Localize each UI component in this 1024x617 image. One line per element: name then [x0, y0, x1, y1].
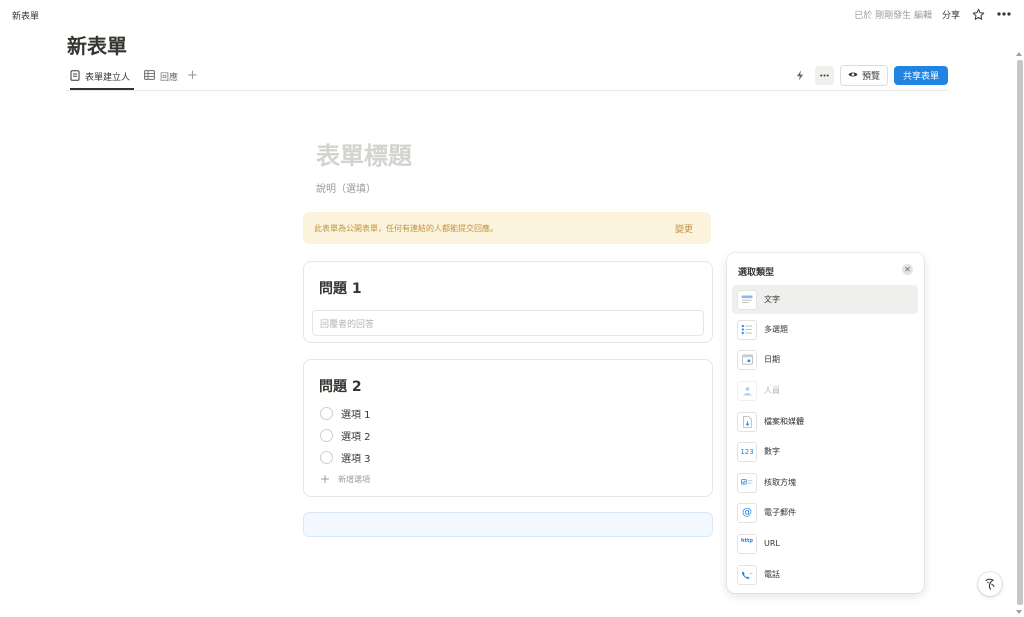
checkbox-icon	[737, 472, 757, 493]
eye-icon	[848, 71, 858, 81]
add-option-label: 新增選項	[338, 474, 371, 484]
tab-responses[interactable]: 回應	[144, 65, 178, 88]
option-item[interactable]: 選項 3	[320, 450, 371, 465]
type-label: 數字	[764, 447, 780, 456]
scroll-up-arrow-icon[interactable]	[1016, 52, 1022, 56]
page-title[interactable]: 新表單	[67, 30, 127, 59]
help-assistant-icon[interactable]	[978, 572, 1002, 596]
add-view-icon[interactable]: +	[187, 68, 198, 83]
plus-icon: +	[320, 472, 331, 486]
type-item-date[interactable]: 日期	[732, 345, 918, 374]
answer-placeholder: 回覆者的回答	[320, 320, 375, 330]
answer-field[interactable]: 回覆者的回答	[312, 310, 704, 336]
option-label: 選項 1	[341, 410, 371, 421]
scrollbar-thumb[interactable]	[1017, 60, 1023, 605]
top-bar: 新表單 已於 剛剛發生 編輯 分享	[0, 0, 1024, 30]
select-type-panel: 選取類型 ✕ 文字 多選題 日期 人員 檔案和媒體 123 數字 核取方塊 @ …	[727, 253, 924, 593]
share-button[interactable]: 分享	[942, 8, 960, 21]
text-type-icon	[737, 289, 757, 310]
favorite-star-icon[interactable]	[970, 6, 986, 22]
add-option-button[interactable]: + 新增選項	[320, 472, 370, 486]
view-more-icon[interactable]	[814, 66, 834, 85]
type-item-checkbox[interactable]: 核取方塊	[732, 468, 918, 497]
top-actions: 已於 剛剛發生 編輯 分享	[854, 6, 1012, 22]
option-item[interactable]: 選項 2	[320, 428, 371, 443]
date-icon	[737, 349, 757, 370]
option-label: 選項 3	[341, 454, 371, 465]
new-question-card[interactable]	[303, 512, 713, 537]
type-item-text[interactable]: 文字	[732, 285, 918, 314]
form-description-input[interactable]: 說明（選填）	[316, 180, 376, 195]
type-label: 檔案和媒體	[764, 417, 804, 426]
question-title[interactable]: 問題 2	[319, 376, 362, 396]
question-card[interactable]: 問題 2 選項 1 選項 2 選項 3 + 新增選項	[303, 359, 713, 497]
share-form-button[interactable]: 共享表單	[893, 66, 948, 85]
phone-icon	[737, 564, 757, 585]
change-access-button[interactable]: 變更	[675, 222, 693, 235]
notice-text: 此表單為公開表單，任何有連結的人都能提交回應。	[314, 224, 498, 233]
breadcrumb[interactable]: 新表單	[12, 9, 39, 22]
edited-status: 已於 剛剛發生 編輯	[854, 10, 932, 21]
type-label: 電話	[764, 570, 780, 579]
vertical-scrollbar[interactable]	[1016, 58, 1023, 611]
type-label: URL	[764, 539, 780, 548]
type-item-number[interactable]: 123 數字	[732, 437, 918, 466]
panel-title: 選取類型	[738, 268, 775, 278]
type-item-phone[interactable]: 電話	[732, 560, 918, 589]
type-item-multi-select[interactable]: 多選題	[732, 315, 918, 344]
type-label: 人員	[764, 386, 780, 395]
tab-form-builder[interactable]: 表單建立人	[70, 65, 135, 90]
tab-label: 回應	[160, 73, 179, 83]
email-icon: @	[737, 502, 757, 523]
type-label: 多選題	[764, 325, 788, 334]
type-label: 日期	[764, 355, 780, 364]
radio-icon	[320, 407, 333, 420]
more-options-icon[interactable]	[996, 6, 1012, 22]
automation-bolt-icon[interactable]	[791, 66, 809, 85]
view-tab-bar: 表單建立人 回應 + 預覽 共享表單	[66, 65, 948, 91]
public-form-notice: 此表單為公開表單，任何有連結的人都能提交回應。 變更	[303, 212, 711, 244]
radio-icon	[320, 451, 333, 464]
multi-select-icon	[737, 319, 757, 340]
question-card[interactable]: 問題 1 回覆者的回答	[303, 261, 713, 343]
form-title-input[interactable]: 表單標題	[316, 136, 412, 171]
option-label: 選項 2	[341, 432, 371, 443]
scroll-down-arrow-icon[interactable]	[1016, 610, 1022, 614]
view-toolbar: 預覽 共享表單	[791, 65, 948, 86]
form-icon	[70, 69, 80, 84]
type-item-file[interactable]: 檔案和媒體	[732, 407, 918, 436]
file-icon	[737, 411, 757, 432]
type-item-person: 人員	[732, 376, 918, 405]
tab-label: 表單建立人	[85, 73, 131, 83]
radio-icon	[320, 429, 333, 442]
number-icon: 123	[737, 441, 757, 462]
type-label: 電子郵件	[764, 508, 796, 517]
type-item-url[interactable]: http URL	[732, 529, 918, 558]
type-label: 文字	[764, 295, 780, 304]
preview-button[interactable]: 預覽	[839, 65, 888, 86]
question-title[interactable]: 問題 1	[319, 278, 362, 298]
type-label: 核取方塊	[764, 478, 796, 487]
close-icon[interactable]: ✕	[902, 264, 913, 275]
option-item[interactable]: 選項 1	[320, 406, 371, 421]
table-icon	[144, 70, 155, 83]
url-icon: http	[737, 533, 757, 554]
preview-label: 預覽	[861, 72, 880, 82]
type-item-email[interactable]: @ 電子郵件	[732, 498, 918, 527]
person-icon	[737, 380, 757, 401]
